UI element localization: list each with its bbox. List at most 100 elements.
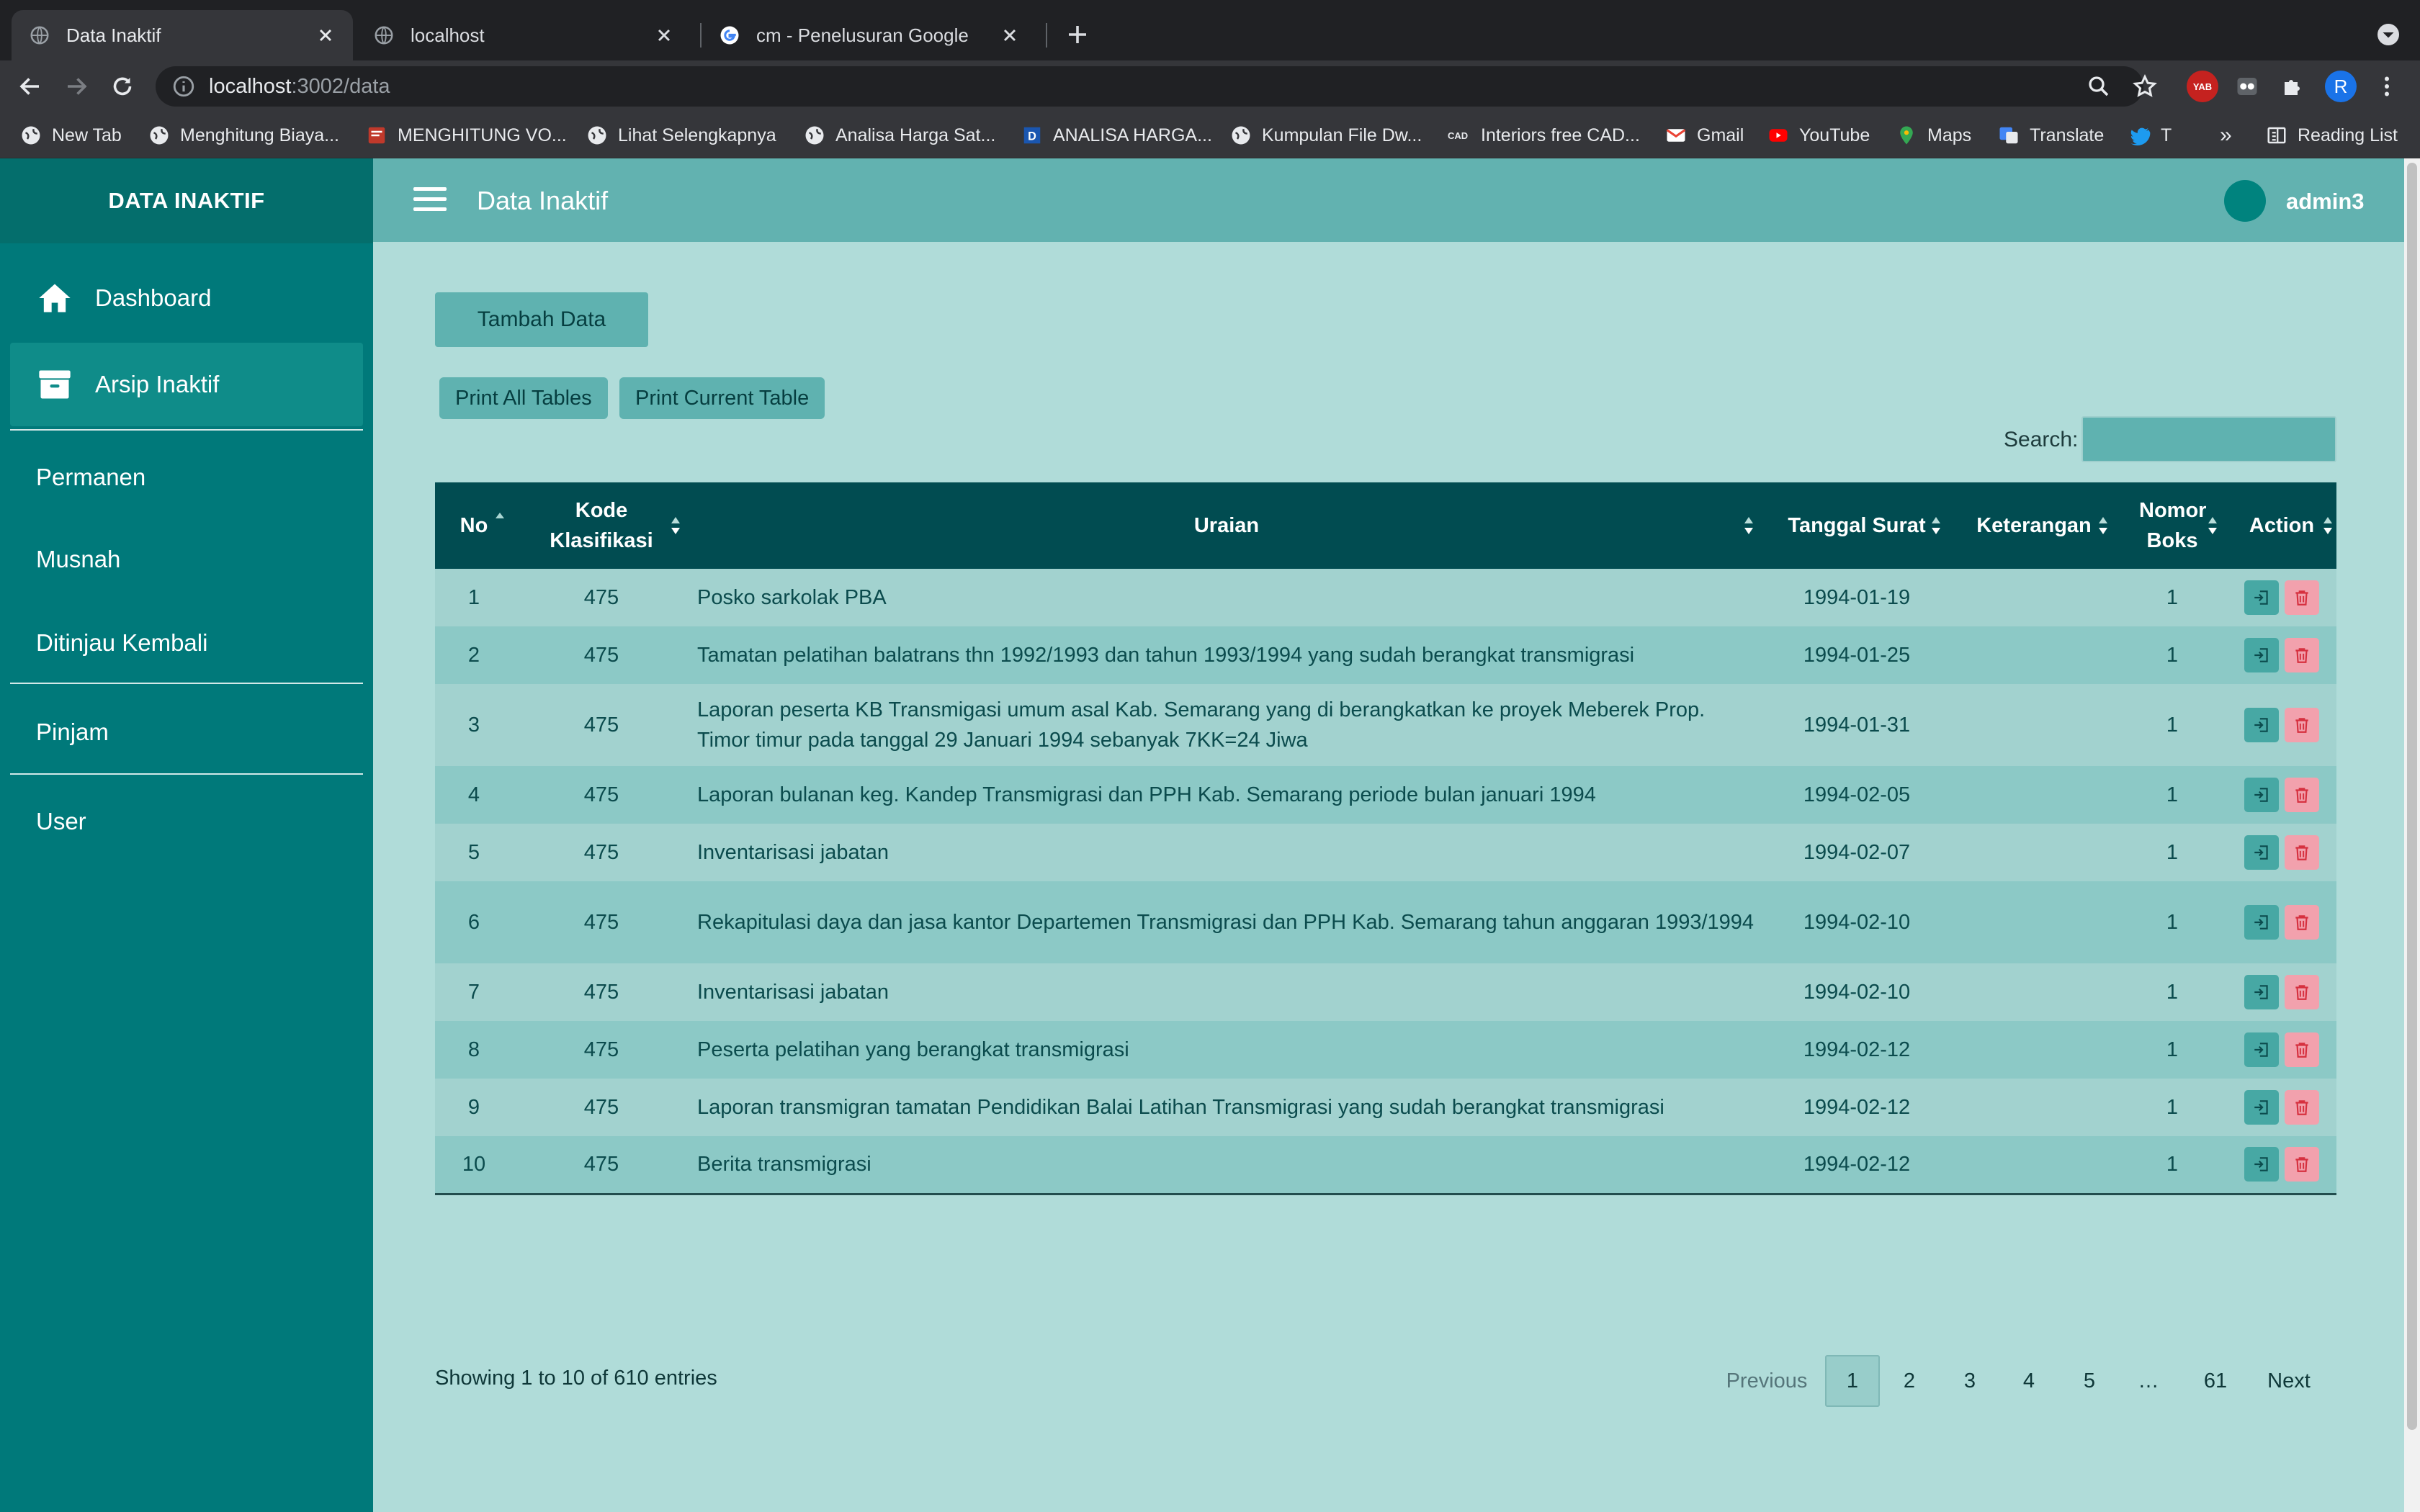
delete-button[interactable] <box>2285 778 2319 812</box>
tab-separator <box>1046 23 1047 48</box>
pagination-page-61[interactable]: 61 <box>2187 1355 2244 1407</box>
bookmark-item[interactable]: New Tab <box>20 112 122 158</box>
pagination-page-5[interactable]: 5 <box>2064 1355 2115 1407</box>
delete-button[interactable] <box>2285 708 2319 742</box>
delete-button[interactable] <box>2285 835 2319 870</box>
sidebar-item-pinjam[interactable]: Pinjam <box>36 719 109 746</box>
sidebar-divider <box>10 773 363 775</box>
scrollbar-thumb[interactable] <box>2407 163 2417 1430</box>
sidebar-item-musnah[interactable]: Musnah <box>36 546 120 573</box>
login-arrow-icon <box>2254 1100 2268 1115</box>
bookmark-item[interactable]: Translate <box>1998 112 2104 158</box>
info-icon[interactable] <box>171 74 196 99</box>
detail-button[interactable] <box>2244 708 2279 742</box>
page-scrollbar[interactable] <box>2404 158 2420 1512</box>
trash-icon <box>2295 1157 2308 1173</box>
forward-arrow-icon[interactable] <box>63 73 89 99</box>
detail-button[interactable] <box>2244 580 2279 615</box>
detail-button[interactable] <box>2244 1090 2279 1125</box>
sidebar-item-arsip-inaktif[interactable]: Arsip Inaktif <box>10 343 363 426</box>
bookmark-item[interactable]: Gmail <box>1665 112 1744 158</box>
header-label: No <box>460 514 488 537</box>
pagination-page-1[interactable]: 1 <box>1825 1355 1880 1407</box>
profile-avatar[interactable]: R <box>2325 71 2357 102</box>
bookmark-item[interactable]: T <box>2129 112 2172 158</box>
tambah-data-button[interactable]: Tambah Data <box>435 292 648 347</box>
cell-keterangan <box>1950 1136 2118 1194</box>
tab-data-inaktif[interactable]: Data Inaktif <box>12 10 353 60</box>
tab-search-icon[interactable] <box>2375 22 2401 48</box>
kebab-menu-icon[interactable] <box>2374 73 2400 99</box>
bookmark-item[interactable]: Menghitung Biaya... <box>148 112 339 158</box>
detail-button[interactable] <box>2244 835 2279 870</box>
column-header-tanggal-surat[interactable]: Tanggal Surat <box>1763 482 1950 569</box>
bookmark-item[interactable]: D ANALISA HARGA... <box>1021 112 1212 158</box>
search-input[interactable] <box>2081 416 2336 462</box>
close-icon[interactable] <box>1000 25 1020 45</box>
pagination-page-2[interactable]: 2 <box>1884 1355 1935 1407</box>
detail-button[interactable] <box>2244 1032 2279 1067</box>
column-header-keterangan[interactable]: Keterangan <box>1950 482 2118 569</box>
print-all-tables-button[interactable]: Print All Tables <box>439 377 608 419</box>
sidebar-item-user[interactable]: User <box>36 808 86 835</box>
detail-button[interactable] <box>2244 905 2279 940</box>
bookmark-item[interactable]: Lihat Selengkapnya <box>586 112 776 158</box>
close-icon[interactable] <box>654 25 674 45</box>
pagination-next[interactable]: Next <box>2254 1355 2323 1407</box>
reload-icon[interactable] <box>109 73 135 99</box>
cell-action <box>2227 824 2336 881</box>
column-header-nomor-boks[interactable]: Nomor Boks <box>2118 482 2227 569</box>
bookmark-label: Maps <box>1927 125 1972 145</box>
bookmark-star-icon[interactable] <box>2132 73 2158 99</box>
column-header-no[interactable]: No <box>435 482 513 569</box>
pagination-page-4[interactable]: 4 <box>2004 1355 2054 1407</box>
user-avatar[interactable] <box>2224 180 2266 222</box>
adblock-extension-icon[interactable]: YAB <box>2187 71 2218 102</box>
delete-button[interactable] <box>2285 638 2319 672</box>
delete-button[interactable] <box>2285 975 2319 1009</box>
pagination-previous[interactable]: Previous <box>1720 1355 1814 1407</box>
cell-action <box>2227 684 2336 766</box>
delete-button[interactable] <box>2285 905 2319 940</box>
close-icon[interactable] <box>315 25 336 45</box>
column-header-action[interactable]: Action <box>2227 482 2336 569</box>
sidebar-item-permanen[interactable]: Permanen <box>36 464 145 491</box>
bookmark-item[interactable]: Kumpulan File Dw... <box>1230 112 1422 158</box>
delete-button[interactable] <box>2285 1147 2319 1182</box>
tab-google-search[interactable]: cm - Penelusuran Google <box>702 10 1037 60</box>
address-bar[interactable]: localhost:3002/data <box>156 66 2143 107</box>
delete-button[interactable] <box>2285 580 2319 615</box>
cell-action <box>2227 963 2336 1021</box>
reading-list-button[interactable]: Reading List <box>2266 112 2398 158</box>
column-header-kode-klasifikasi[interactable]: Kode Klasifikasi <box>513 482 690 569</box>
cell-kode-klasifikasi: 475 <box>583 981 619 1004</box>
back-arrow-icon[interactable] <box>17 73 43 99</box>
bookmark-item[interactable]: YouTube <box>1767 112 1870 158</box>
sidebar-item-dashboard[interactable]: Dashboard <box>10 256 363 340</box>
new-tab-icon[interactable] <box>1065 22 1090 48</box>
zoom-search-icon[interactable] <box>2086 73 2112 99</box>
pagination-page-3[interactable]: 3 <box>1945 1355 1995 1407</box>
extension-glasses-icon[interactable] <box>2234 73 2260 99</box>
delete-button[interactable] <box>2285 1090 2319 1125</box>
bookmarks-overflow-chevron[interactable]: » <box>2220 112 2232 158</box>
bookmark-item[interactable]: Analisa Harga Sat... <box>804 112 995 158</box>
detail-button[interactable] <box>2244 975 2279 1009</box>
tab-localhost[interactable]: localhost <box>356 10 691 60</box>
print-current-table-button[interactable]: Print Current Table <box>619 377 825 419</box>
sidebar-item-ditinjau-kembali[interactable]: Ditinjau Kembali <box>36 629 207 657</box>
hamburger-menu-icon[interactable] <box>413 186 447 213</box>
detail-button[interactable] <box>2244 778 2279 812</box>
bookmark-item[interactable]: Maps <box>1896 112 1971 158</box>
sidebar-brand[interactable]: DATA INAKTIF <box>0 158 373 243</box>
detail-button[interactable] <box>2244 1147 2279 1182</box>
login-arrow-icon <box>2254 718 2268 732</box>
detail-button[interactable] <box>2244 638 2279 672</box>
cell-nomor-boks: 1 <box>2166 981 2179 1004</box>
delete-button[interactable] <box>2285 1032 2319 1067</box>
column-header-uraian[interactable]: Uraian <box>690 482 1763 569</box>
username[interactable]: admin3 <box>2286 189 2365 215</box>
extensions-puzzle-icon[interactable] <box>2280 73 2306 99</box>
bookmark-item[interactable]: MENGHITUNG VO... <box>366 112 567 158</box>
bookmark-item[interactable]: CAD Interiors free CAD... <box>1448 112 1640 158</box>
